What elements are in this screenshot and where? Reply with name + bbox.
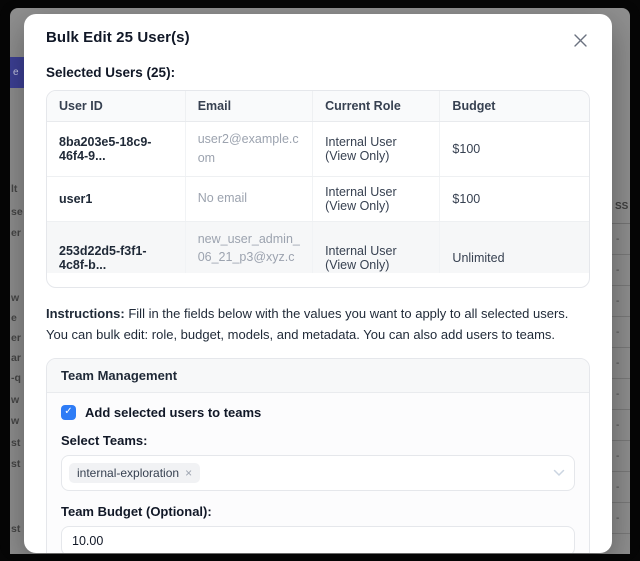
table-scroll-area[interactable]: User ID Email Current Role Budget 8ba203… [47, 91, 589, 273]
user-id-cell: user1 [47, 176, 185, 221]
instructions-body: Fill in the fields below with the values… [46, 306, 568, 342]
dimmed-table-column: SS - - - - - - - - - - [612, 190, 630, 554]
dimmed-text-fragment: lt [11, 183, 25, 195]
dimmed-text-fragment: st [11, 523, 25, 535]
dimmed-cell: - [612, 348, 630, 379]
column-header-budget: Budget [440, 91, 589, 122]
checkbox-label: Add selected users to teams [85, 405, 261, 420]
table-row: 8ba203e5-18c9-46f4-9... user2@example.co… [47, 122, 589, 177]
email-cell: No email [185, 176, 312, 221]
budget-cell: $100 [440, 176, 589, 221]
dimmed-text-fragment: w [11, 394, 25, 406]
instructions-text: Instructions: Fill in the fields below w… [46, 304, 590, 346]
dimmed-cell: - [612, 224, 630, 255]
budget-cell: Unlimited [440, 221, 589, 273]
role-cell: Internal User (View Only) [313, 176, 440, 221]
dimmed-text-fragment: -q [11, 372, 25, 384]
dimmed-cell: - [612, 503, 630, 534]
dimmed-text-fragment: w [11, 415, 25, 427]
add-users-to-teams-checkbox[interactable]: ✓ [61, 405, 76, 420]
dimmed-cell: - [612, 472, 630, 503]
dimmed-text-fragment: st [11, 458, 25, 470]
dimmed-cell: - [612, 286, 630, 317]
email-cell: new_user_admin_06_21_p3@xyz.com [185, 221, 312, 273]
dimmed-cell: - [612, 255, 630, 286]
instructions-label: Instructions: [46, 306, 125, 321]
team-budget-label: Team Budget (Optional): [61, 504, 575, 519]
dimmed-text-fragment: ar [11, 352, 25, 364]
role-cell: Internal User (View Only) [313, 221, 440, 273]
chevron-down-icon[interactable] [553, 469, 565, 477]
column-header-current-role: Current Role [313, 91, 440, 122]
table-row: user1 No email Internal User (View Only)… [47, 176, 589, 221]
team-management-title: Team Management [47, 359, 589, 393]
modal-header: Bulk Edit 25 User(s) [46, 29, 590, 50]
dimmed-text-fragment: er [11, 332, 25, 344]
dimmed-text-fragment: se [11, 206, 25, 218]
team-management-body: ✓ Add selected users to teams Select Tea… [47, 393, 589, 553]
selected-users-table: User ID Email Current Role Budget 8ba203… [47, 91, 589, 273]
tag-remove-icon[interactable]: × [185, 466, 192, 480]
modal-title: Bulk Edit 25 User(s) [46, 29, 190, 46]
team-tag-label: internal-exploration [77, 466, 179, 480]
team-management-card: Team Management ✓ Add selected users to … [46, 358, 590, 553]
dimmed-text-fragment: e [11, 312, 25, 324]
email-cell: user2@example.com [185, 122, 312, 177]
add-users-checkbox-row: ✓ Add selected users to teams [61, 405, 575, 420]
dimmed-text-fragment: st [11, 437, 25, 449]
role-cell: Internal User (View Only) [313, 122, 440, 177]
teams-multiselect[interactable]: internal-exploration × [61, 455, 575, 491]
dimmed-column-header: SS [612, 190, 630, 224]
dimmed-text-fragment: w [11, 292, 25, 304]
selected-users-table-container[interactable]: User ID Email Current Role Budget 8ba203… [46, 90, 590, 288]
dimmed-cell: - [612, 317, 630, 348]
dimmed-cell: - [612, 410, 630, 441]
checkmark-icon: ✓ [64, 407, 72, 417]
budget-cell: $100 [440, 122, 589, 177]
dimmed-nav-selected-item: e [10, 57, 25, 88]
bulk-edit-modal: Bulk Edit 25 User(s) Selected Users (25)… [24, 14, 612, 553]
user-id-cell: 8ba203e5-18c9-46f4-9... [47, 122, 185, 177]
close-button[interactable] [571, 31, 590, 50]
selected-users-label: Selected Users (25): [46, 65, 590, 80]
team-tag: internal-exploration × [69, 463, 200, 483]
dimmed-text-fragment: er [11, 227, 25, 239]
dimmed-cell: - [612, 441, 630, 472]
column-header-email: Email [185, 91, 312, 122]
dimmed-cell: - [612, 379, 630, 410]
app-window: e lt se er w e er ar -q w w st st st SS … [0, 0, 640, 561]
team-budget-input[interactable] [61, 526, 575, 553]
table-row: 253d22d5-f3f1-4c8f-b... new_user_admin_0… [47, 221, 589, 273]
user-id-cell: 253d22d5-f3f1-4c8f-b... [47, 221, 185, 273]
close-icon [573, 36, 588, 51]
column-header-user-id: User ID [47, 91, 185, 122]
select-teams-label: Select Teams: [61, 433, 575, 448]
table-header-row: User ID Email Current Role Budget [47, 91, 589, 122]
